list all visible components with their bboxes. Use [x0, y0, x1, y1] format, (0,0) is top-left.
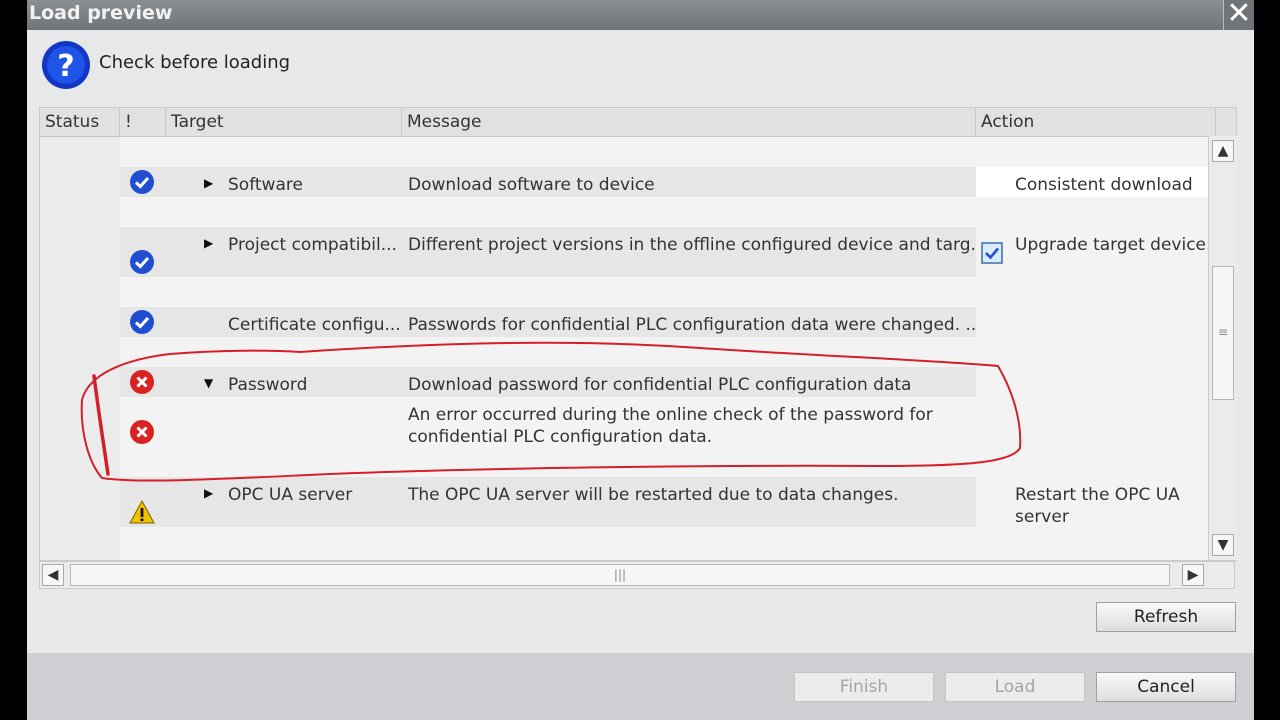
check-table: Status ! Target Message Action ▶ Software…: [39, 107, 1237, 561]
message-text: Different project versions in the offlin…: [408, 235, 976, 255]
vertical-scroll-thumb[interactable]: ≡: [1212, 266, 1234, 400]
dialog-footer: Finish Load Cancel: [27, 653, 1254, 720]
refresh-button[interactable]: Refresh: [1096, 602, 1236, 632]
scroll-right-icon[interactable]: ▶: [1182, 564, 1204, 586]
table-row: [40, 277, 1236, 307]
message-text: Passwords for confidential PLC configura…: [408, 315, 977, 335]
collapse-arrow-icon[interactable]: ▼: [204, 376, 213, 390]
action-text: Upgrade target device.: [1015, 235, 1212, 255]
column-action[interactable]: Action: [976, 108, 1216, 136]
load-preview-dialog: Load preview ✕ ? Check before loading St…: [27, 0, 1254, 720]
target-label: Password: [228, 375, 308, 395]
cancel-button[interactable]: Cancel: [1096, 672, 1236, 702]
load-button[interactable]: Load: [945, 672, 1085, 702]
table-row: [40, 447, 1236, 477]
table-row-certificate[interactable]: Certificate configu... Passwords for con…: [40, 307, 1236, 337]
expand-arrow-icon[interactable]: ▶: [204, 486, 213, 500]
vertical-scrollbar[interactable]: ▲ ≡ ▼: [1208, 136, 1237, 560]
message-text: Download password for confidential PLC c…: [408, 375, 912, 395]
window-title: Load preview: [29, 2, 173, 24]
svg-text:?: ?: [57, 49, 74, 84]
column-message[interactable]: Message: [402, 108, 976, 136]
question-icon: ?: [42, 41, 90, 89]
table-header: Status ! Target Message Action: [40, 108, 1236, 137]
table-row: [40, 137, 1236, 167]
check-icon: [130, 310, 154, 334]
target-label: Certificate configu...: [228, 315, 401, 335]
scroll-down-icon[interactable]: ▼: [1212, 534, 1234, 556]
table-row-software[interactable]: ▶ Software Download software to device Co…: [40, 167, 1236, 197]
table-row: [40, 527, 1236, 560]
expand-arrow-icon[interactable]: ▶: [204, 176, 213, 190]
target-label: Project compatibil...: [228, 235, 397, 255]
error-icon: [130, 370, 154, 394]
action-select[interactable]: Consistent download: [1015, 174, 1193, 196]
finish-button[interactable]: Finish: [794, 672, 934, 702]
page-title: Check before loading: [99, 52, 291, 73]
error-message-text: An error occurred during the online chec…: [408, 405, 933, 447]
column-excl[interactable]: !: [120, 108, 166, 136]
target-label: Software: [228, 175, 303, 195]
horizontal-scrollbar[interactable]: ◀ ||| ▶: [39, 561, 1235, 589]
column-status[interactable]: Status: [40, 108, 120, 136]
warning-icon: [129, 499, 155, 524]
check-icon: [130, 170, 154, 194]
close-icon[interactable]: ✕: [1223, 0, 1254, 30]
message-text: The OPC UA server will be restarted due …: [408, 485, 899, 505]
title-bar: Load preview ✕: [27, 0, 1254, 30]
table-row: [40, 337, 1236, 367]
target-label: OPC UA server: [228, 485, 353, 505]
table-row-password[interactable]: ▼ Password Download password for confiden…: [40, 367, 1236, 397]
table-row-password-error[interactable]: An error occurred during the online chec…: [40, 397, 1236, 447]
action-text: Restart the OPC UA server: [1015, 485, 1180, 527]
table-row-compat[interactable]: ▶ Project compatibil... Different project…: [40, 227, 1236, 277]
scroll-left-icon[interactable]: ◀: [42, 564, 64, 586]
horizontal-scroll-thumb[interactable]: |||: [70, 564, 1170, 586]
column-target[interactable]: Target: [166, 108, 402, 136]
upgrade-checkbox[interactable]: [981, 242, 1003, 264]
error-icon: [130, 420, 154, 444]
check-icon: [130, 250, 154, 274]
expand-arrow-icon[interactable]: ▶: [204, 236, 213, 250]
message-text: Download software to device: [408, 175, 655, 195]
table-row-opcua[interactable]: ▶ OPC UA server The OPC UA server will be…: [40, 477, 1236, 527]
scroll-up-icon[interactable]: ▲: [1212, 140, 1234, 162]
table-row: [40, 197, 1236, 227]
